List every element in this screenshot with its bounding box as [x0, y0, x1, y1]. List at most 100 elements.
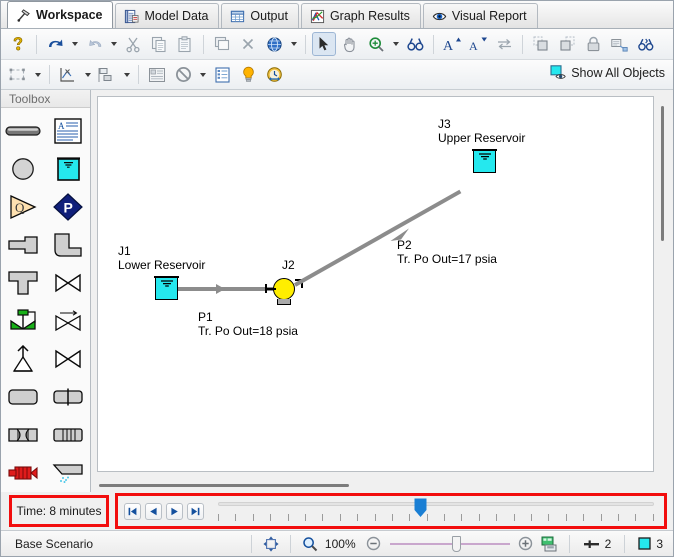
- zoom-slider-track[interactable]: [389, 542, 510, 545]
- pipe-p1-line[interactable]: [178, 287, 275, 291]
- show-all-objects-button[interactable]: Show All Objects: [550, 65, 665, 80]
- globe-dropdown-caret[interactable]: [288, 33, 299, 55]
- horizontal-scroll-thumb[interactable]: [99, 483, 349, 487]
- font-decrease-icon[interactable]: A: [466, 32, 490, 56]
- tab-workspace[interactable]: Workspace: [7, 1, 114, 28]
- zoom-slider[interactable]: [389, 535, 510, 553]
- font-increase-icon[interactable]: A: [440, 32, 464, 56]
- slider-track[interactable]: [218, 502, 654, 506]
- slider-tick: [391, 514, 393, 521]
- toolbar-separator: [305, 34, 306, 54]
- paste-icon[interactable]: [173, 32, 197, 56]
- annotation-tool[interactable]: A: [46, 112, 91, 150]
- tee-junction[interactable]: [1, 264, 46, 302]
- save-view-icon[interactable]: [538, 532, 562, 556]
- pipe-p1-flow-arrow: [216, 283, 225, 294]
- zoom-magnifier-icon[interactable]: [298, 532, 322, 556]
- fit-to-window-icon[interactable]: [259, 532, 283, 556]
- slider-thumb[interactable]: [414, 498, 427, 518]
- align-icon[interactable]: [95, 63, 119, 87]
- dead-end-junction[interactable]: [1, 226, 46, 264]
- general-component-junction[interactable]: [1, 454, 46, 492]
- pipe-p2-line[interactable]: [294, 189, 462, 287]
- bend-junction[interactable]: [46, 226, 91, 264]
- assigned-flow-junction[interactable]: Q: [1, 188, 46, 226]
- redo-dropdown-caret[interactable]: [108, 33, 119, 55]
- send-to-back-icon[interactable]: [555, 32, 579, 56]
- junction-j3-reservoir-symbol[interactable]: [472, 149, 497, 173]
- junction-j1-name: Lower Reservoir: [118, 258, 206, 272]
- slider-tick: [496, 514, 498, 521]
- control-valve-junction[interactable]: [1, 302, 46, 340]
- select-group-caret[interactable]: [32, 64, 43, 86]
- reverse-direction-icon[interactable]: [492, 32, 516, 56]
- workspace-canvas[interactable]: J1 Lower Reservoir P1 Tr. Po Out=18 psia…: [97, 96, 654, 472]
- disable-caret[interactable]: [197, 64, 208, 86]
- animation-time-slider[interactable]: [218, 496, 658, 526]
- undo-icon[interactable]: [43, 32, 67, 56]
- tab-graph-results[interactable]: Graph Results: [300, 3, 421, 28]
- duplicate-icon[interactable]: [210, 32, 234, 56]
- orifice-junction[interactable]: [1, 416, 46, 454]
- relief-valve-junction[interactable]: [46, 340, 91, 378]
- bulb-icon[interactable]: [236, 63, 260, 87]
- tab-model-data[interactable]: Model Data: [115, 3, 220, 28]
- cut-icon[interactable]: [121, 32, 145, 56]
- zoom-icon[interactable]: [364, 32, 388, 56]
- workspace-horizontal-scrollbar[interactable]: [91, 472, 673, 492]
- delete-icon[interactable]: [236, 32, 260, 56]
- transient-icon[interactable]: [262, 63, 286, 87]
- select-group-icon[interactable]: [6, 63, 30, 87]
- junction-j2-pump-symbol[interactable]: [273, 278, 295, 300]
- area-change-junction[interactable]: [46, 454, 91, 492]
- workspace-layers-icon[interactable]: [56, 63, 80, 87]
- help-icon[interactable]: [6, 32, 30, 56]
- disable-icon[interactable]: [171, 63, 195, 87]
- heat-exchanger-junction[interactable]: [46, 378, 91, 416]
- globe-icon[interactable]: [262, 32, 286, 56]
- jump-to-end-button[interactable]: [187, 502, 204, 520]
- vertical-scroll-thumb[interactable]: [661, 106, 664, 241]
- venturi-junction[interactable]: [1, 378, 46, 416]
- step-forward-icon: [171, 507, 178, 515]
- check-valve-junction[interactable]: [46, 302, 91, 340]
- find-objects-icon[interactable]: [633, 32, 657, 56]
- annotation-icon[interactable]: [607, 32, 631, 56]
- branch-junction[interactable]: [1, 150, 46, 188]
- main-body: Toolbox A Q P J1 Lower Reservoir P1 Tr. …: [1, 90, 673, 492]
- screen-junction[interactable]: [46, 416, 91, 454]
- redo-icon[interactable]: [82, 32, 106, 56]
- list-icon[interactable]: [210, 63, 234, 87]
- step-back-button[interactable]: [145, 502, 162, 520]
- zoom-dropdown-caret[interactable]: [390, 33, 401, 55]
- pipe-tool[interactable]: [1, 112, 46, 150]
- zoom-out-icon[interactable]: [362, 532, 386, 556]
- tab-output[interactable]: Output: [221, 3, 299, 28]
- workspace-vertical-scrollbar[interactable]: [655, 96, 671, 472]
- align-caret[interactable]: [121, 64, 132, 86]
- zoom-in-icon[interactable]: [514, 532, 538, 556]
- pan-hand-icon[interactable]: [338, 32, 362, 56]
- pointer-icon[interactable]: [312, 32, 336, 56]
- hammer-icon: [17, 8, 30, 22]
- notes-icon[interactable]: [145, 63, 169, 87]
- find-icon[interactable]: [403, 32, 427, 56]
- junction-j1-reservoir-symbol[interactable]: [154, 276, 179, 300]
- slider-tick: [478, 514, 480, 521]
- valve-junction[interactable]: [46, 264, 91, 302]
- jump-to-start-button[interactable]: [124, 502, 141, 520]
- zoom-slider-thumb[interactable]: [451, 535, 461, 552]
- show-objects-icon: [550, 65, 566, 79]
- bring-to-front-icon[interactable]: [529, 32, 553, 56]
- workspace-layers-caret[interactable]: [82, 64, 93, 86]
- main-tab-strip: Workspace Model Data Output Graph Result…: [1, 1, 673, 29]
- tab-visual-report[interactable]: Visual Report: [422, 3, 538, 28]
- step-forward-button[interactable]: [166, 502, 183, 520]
- reservoir-junction[interactable]: [46, 150, 91, 188]
- spray-discharge-junction[interactable]: [1, 340, 46, 378]
- assigned-pressure-junction[interactable]: P: [46, 188, 91, 226]
- lock-icon[interactable]: [581, 32, 605, 56]
- pump-inlet-flange: [264, 284, 267, 293]
- undo-dropdown-caret[interactable]: [69, 33, 80, 55]
- copy-icon[interactable]: [147, 32, 171, 56]
